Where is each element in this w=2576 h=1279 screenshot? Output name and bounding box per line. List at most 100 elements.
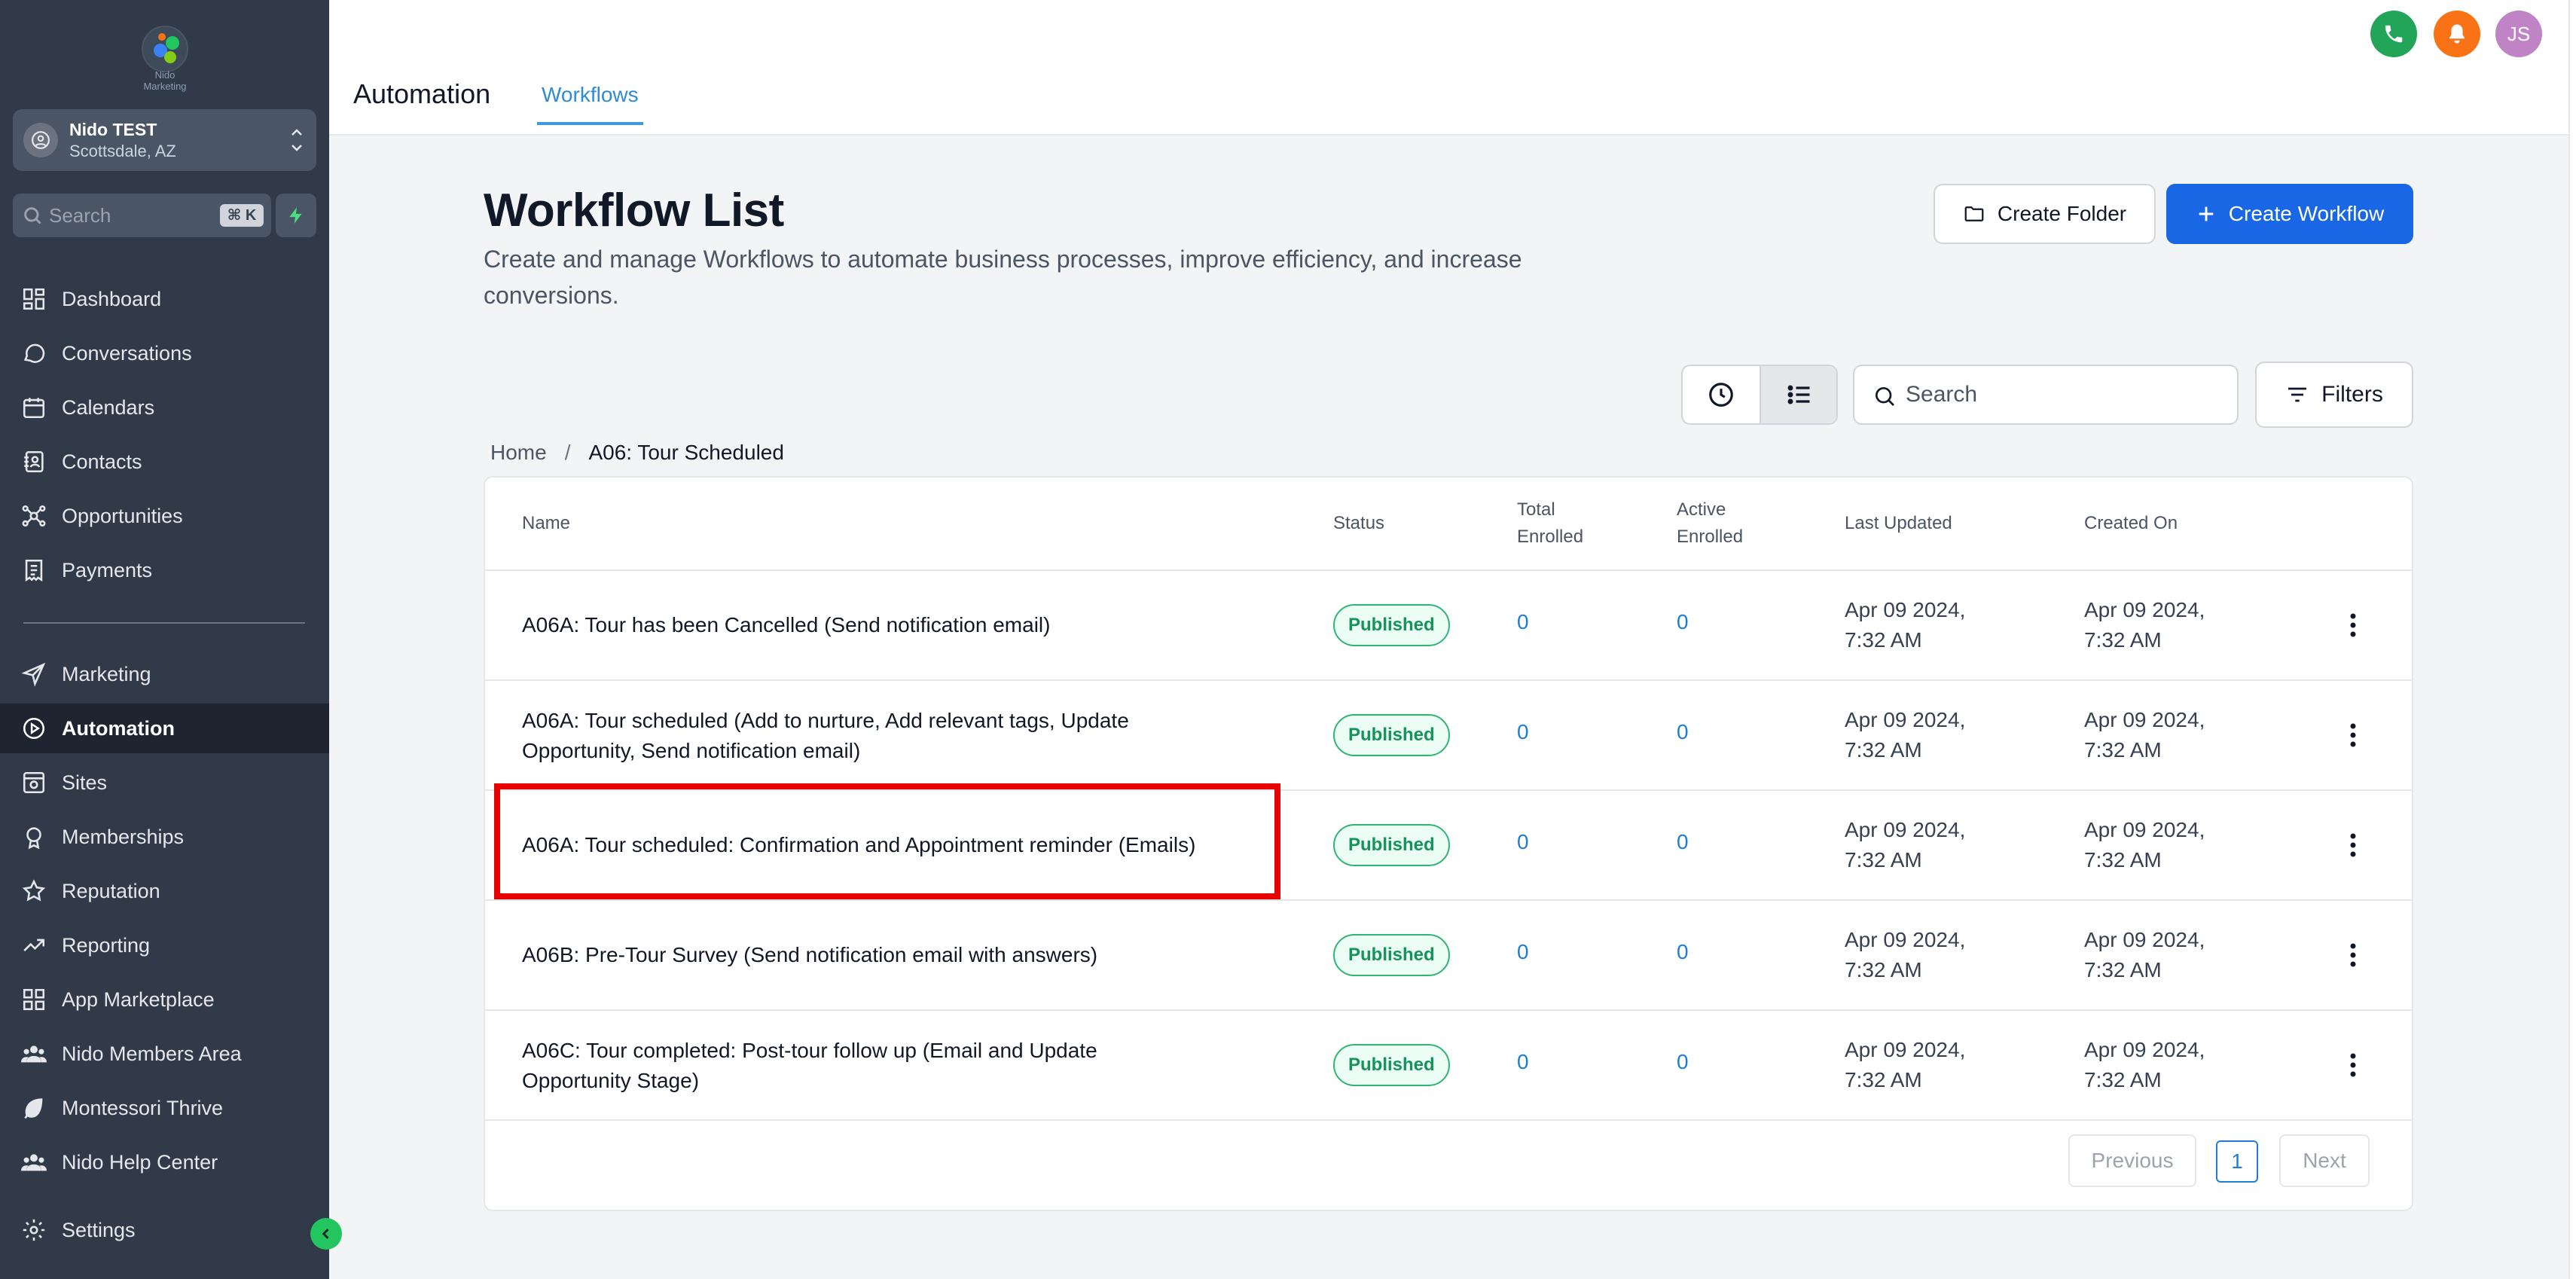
- kebab-icon: [2350, 833, 2356, 857]
- active-enrolled-value[interactable]: 0: [1677, 610, 1689, 634]
- list-view-button[interactable]: [1761, 366, 1836, 423]
- time-line: 7:32 AM: [2084, 738, 2162, 762]
- total-enrolled-value[interactable]: 0: [1517, 940, 1529, 964]
- total-enrolled-value[interactable]: 0: [1517, 1050, 1529, 1074]
- sidebar-item-label: Dashboard: [62, 287, 162, 310]
- filters-button[interactable]: Filters: [2255, 362, 2413, 428]
- status-badge: Published: [1333, 604, 1450, 646]
- column-header-status[interactable]: Status: [1333, 510, 1384, 537]
- table-row[interactable]: A06C: Tour completed: Post-tour follow u…: [485, 1011, 2412, 1121]
- search-shortcut: ⌘ K: [220, 204, 264, 227]
- sidebar-item-marketing[interactable]: Marketing: [0, 649, 329, 699]
- payments-icon: [25, 559, 43, 582]
- kebab-icon: [2350, 1053, 2356, 1077]
- date-line: Apr 09 2024,: [1845, 1038, 1966, 1061]
- total-enrolled-value[interactable]: 0: [1517, 830, 1529, 854]
- more-options-button[interactable]: [2338, 610, 2368, 640]
- phone-button[interactable]: [2370, 11, 2417, 57]
- tab-workflows[interactable]: Workflows: [537, 83, 643, 125]
- table-row[interactable]: A06A: Tour has been Cancelled (Send noti…: [485, 571, 2412, 681]
- time-line: 7:32 AM: [1845, 738, 1922, 762]
- column-header-total-enrolled[interactable]: Total Enrolled: [1517, 496, 1583, 551]
- more-options-button[interactable]: [2338, 940, 2368, 970]
- company-logo[interactable]: Nido Marketing: [133, 21, 197, 92]
- sidebar-item-label: Reporting: [62, 933, 151, 957]
- sites-icon: [23, 771, 45, 794]
- dashboard-icon: [23, 288, 45, 310]
- account-location: Scottsdale, AZ: [69, 142, 176, 160]
- sidebar-item-label: Automation: [62, 716, 175, 740]
- header-line: Active: [1677, 499, 1726, 520]
- more-options-button[interactable]: [2338, 720, 2368, 750]
- top-header: Automation Workflows JS: [329, 0, 2576, 136]
- sidebar-item-memberships[interactable]: Memberships: [0, 812, 329, 862]
- sidebar-item-reputation[interactable]: Reputation: [0, 866, 329, 916]
- sidebar-item-reporting[interactable]: Reporting: [0, 920, 329, 970]
- workflow-name[interactable]: A06C: Tour completed: Post-tour follow u…: [522, 1036, 1275, 1096]
- status-badge: Published: [1333, 1044, 1450, 1086]
- next-page-button[interactable]: Next: [2279, 1134, 2370, 1187]
- header-line: Enrolled: [1517, 527, 1584, 547]
- column-header-active-enrolled[interactable]: Active Enrolled: [1677, 496, 1743, 551]
- created-on-value: Apr 09 2024, 7:32 AM: [2084, 1035, 2205, 1095]
- total-enrolled-value[interactable]: 0: [1517, 610, 1529, 634]
- active-enrolled-value[interactable]: 0: [1677, 830, 1689, 854]
- sidebar-item-montessori-thrive[interactable]: Montessori Thrive: [0, 1083, 329, 1133]
- recent-view-button[interactable]: [1683, 366, 1761, 423]
- sidebar-item-settings[interactable]: Settings: [0, 1205, 329, 1255]
- sidebar-item-conversations[interactable]: Conversations: [0, 328, 329, 378]
- create-folder-button[interactable]: Create Folder: [1934, 184, 2156, 244]
- time-line: 7:32 AM: [1845, 848, 1922, 871]
- workflow-search: [1853, 365, 2239, 425]
- active-enrolled-value[interactable]: 0: [1677, 940, 1689, 964]
- sidebar-item-nido-members-area[interactable]: Nido Members Area: [0, 1029, 329, 1079]
- workflow-name[interactable]: A06A: Tour has been Cancelled (Send noti…: [522, 610, 1275, 640]
- more-options-button[interactable]: [2338, 830, 2368, 860]
- user-avatar[interactable]: JS: [2495, 11, 2542, 57]
- sidebar-item-label: Sites: [62, 771, 108, 794]
- create-workflow-button[interactable]: Create Workflow: [2166, 184, 2413, 244]
- sidebar-item-label: Contacts: [62, 450, 142, 473]
- sidebar-item-payments[interactable]: Payments: [0, 545, 329, 595]
- sidebar-item-dashboard[interactable]: Dashboard: [0, 274, 329, 324]
- header-line: Total: [1517, 499, 1555, 520]
- previous-page-button[interactable]: Previous: [2068, 1134, 2196, 1187]
- account-switcher[interactable]: Nido TEST Scottsdale, AZ: [13, 109, 316, 171]
- sidebar-item-nido-help-center[interactable]: Nido Help Center: [0, 1137, 329, 1187]
- sidebar-item-automation[interactable]: Automation: [0, 704, 329, 753]
- column-header-last-updated[interactable]: Last Updated: [1845, 510, 1952, 537]
- workflow-search-input[interactable]: [1906, 380, 2222, 410]
- sidebar-item-label: App Marketplace: [62, 987, 215, 1011]
- sidebar-item-app-marketplace[interactable]: App Marketplace: [0, 975, 329, 1024]
- name-line: A06A: Tour scheduled (Add to nurture, Ad…: [522, 709, 1129, 732]
- sidebar-item-calendars[interactable]: Calendars: [0, 383, 329, 432]
- active-enrolled-value[interactable]: 0: [1677, 720, 1689, 744]
- breadcrumb-home[interactable]: Home: [490, 441, 547, 465]
- page-number-button[interactable]: 1: [2216, 1140, 2258, 1183]
- column-header-name[interactable]: Name: [522, 510, 570, 537]
- more-options-button[interactable]: [2338, 1050, 2368, 1080]
- sidebar-search[interactable]: Search ⌘ K: [13, 194, 271, 237]
- search-icon: [1876, 387, 1894, 406]
- sidebar-item-contacts[interactable]: Contacts: [0, 437, 329, 487]
- time-line: 7:32 AM: [2084, 958, 2162, 981]
- workflow-name[interactable]: A06B: Pre-Tour Survey (Send notification…: [522, 940, 1275, 970]
- view-toggle: [1681, 365, 1838, 425]
- sidebar-item-sites[interactable]: Sites: [0, 758, 329, 807]
- notifications-button[interactable]: [2434, 11, 2480, 57]
- status-badge: Published: [1333, 934, 1450, 976]
- sidebar-item-label: Opportunities: [62, 504, 183, 527]
- create-folder-label: Create Folder: [1997, 202, 2127, 225]
- date-line: Apr 09 2024,: [2084, 598, 2205, 621]
- table-row[interactable]: A06B: Pre-Tour Survey (Send notification…: [485, 901, 2412, 1011]
- quick-actions-button[interactable]: [276, 194, 316, 237]
- collapse-sidebar-button[interactable]: [310, 1218, 342, 1250]
- workflow-name[interactable]: A06A: Tour scheduled (Add to nurture, Ad…: [522, 706, 1275, 766]
- sidebar-item-opportunities[interactable]: Opportunities: [0, 491, 329, 541]
- active-enrolled-value[interactable]: 0: [1677, 1050, 1689, 1074]
- sidebar-item-label: Nido Help Center: [62, 1150, 218, 1174]
- table-row[interactable]: A06A: Tour scheduled (Add to nurture, Ad…: [485, 681, 2412, 791]
- logo-mark: [142, 26, 188, 72]
- total-enrolled-value[interactable]: 0: [1517, 720, 1529, 744]
- column-header-created-on[interactable]: Created On: [2084, 510, 2178, 537]
